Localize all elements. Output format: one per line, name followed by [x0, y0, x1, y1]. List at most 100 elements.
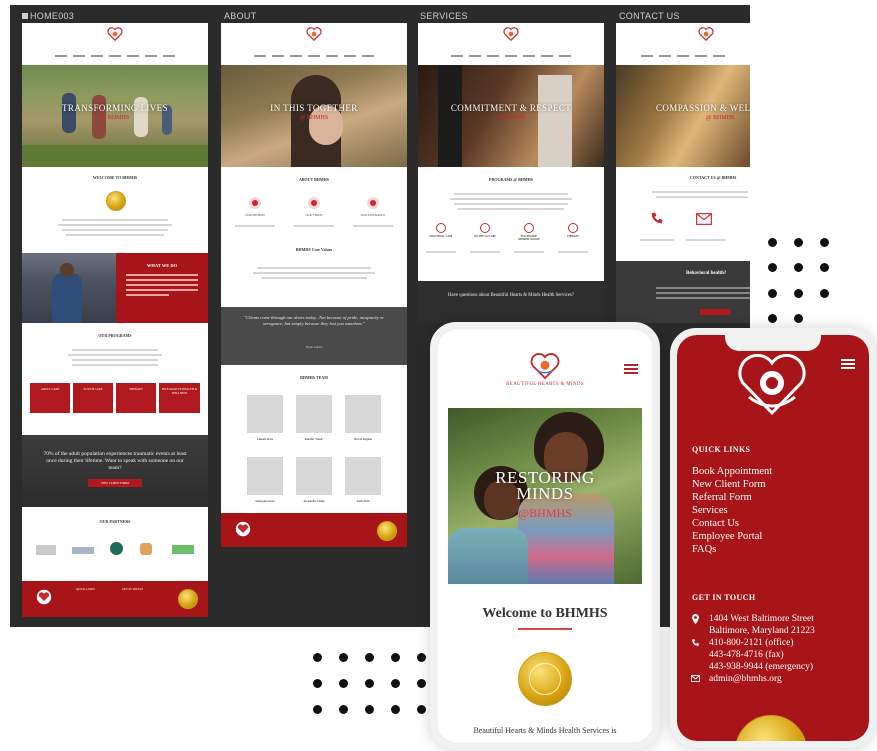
mobile-welcome-title: Welcome to BHMHS — [482, 606, 608, 621]
services-hero-title: COMMITMENT & RESPECT — [450, 103, 572, 113]
email-address[interactable]: admin@bhmhs.org — [709, 673, 815, 685]
footer-seal-icon — [377, 521, 397, 541]
location-pin-icon — [692, 614, 699, 625]
home-nav[interactable] — [32, 55, 198, 57]
partners-title: OUR PARTNERS — [99, 519, 131, 524]
target-icon — [568, 223, 578, 233]
home-footer: QUICK LINKS GET IN TOUCH — [22, 581, 208, 617]
footer-heart-logo-icon — [36, 589, 52, 605]
mobile-header: BEAUTIFUL HEARTS & MINDS — [438, 330, 652, 408]
about-hero-subtitle: @ BHMHS — [299, 115, 329, 121]
address-line-1: 1404 West Baltimore Street — [709, 614, 814, 624]
accreditation-seal-icon — [106, 191, 126, 211]
address-line-2: Baltimore, Maryland 21223 — [709, 626, 815, 636]
target-icon — [480, 223, 490, 233]
brand-logo-icon — [530, 353, 560, 380]
man-photo — [22, 253, 116, 323]
mobile-body-text: Beautiful Hearts & Minds Health Services… — [473, 726, 617, 735]
link-referral-form[interactable]: Referral Form — [692, 491, 772, 504]
contact-section: CONTACT US @ BHMHS — [616, 167, 750, 261]
target-icon — [436, 223, 446, 233]
quick-links-list: Book Appointment New Client Form Referra… — [692, 465, 772, 556]
phone-icon — [651, 212, 663, 224]
board-label-services: SERVICES — [420, 11, 468, 21]
about-footer — [221, 513, 407, 547]
home-header — [22, 23, 208, 65]
programs-title: OUR PROGRAMS — [98, 333, 132, 338]
mobile-hero-title: RESTORING MINDS — [495, 468, 595, 503]
team-photo — [247, 457, 283, 495]
new-client-form-button[interactable]: NEW CLIENT FORM — [88, 479, 142, 487]
contact-nav[interactable] — [626, 55, 740, 57]
team-photo — [345, 457, 381, 495]
contact-behavioral-banner: Behavioral health? — [616, 261, 750, 323]
quick-links-title: QUICK LINKS — [692, 445, 751, 454]
phone-emergency[interactable]: 443-938-9944 (emergency) — [709, 661, 815, 673]
link-new-client-form[interactable]: New Client Form — [692, 478, 772, 491]
about-section: ABOUT BHMHS OUR MISSION OUR VISION OUR A… — [221, 167, 407, 307]
program-card-integrative[interactable]: INTEGRATIVE HEALTH & WELLNESS — [159, 383, 200, 413]
welcome-underline — [518, 628, 572, 630]
team-photo — [247, 395, 283, 433]
brand-name: BEAUTIFUL HEARTS & MINDS — [506, 382, 584, 387]
link-faqs[interactable]: FAQs — [692, 543, 772, 556]
home-what-we-do: WHAT WE DO — [22, 253, 208, 323]
program-card-adult[interactable]: ADULT CARE — [30, 383, 70, 413]
program-card-youth[interactable]: YOUTH CARE — [73, 383, 113, 413]
hamburger-menu-icon[interactable] — [624, 362, 638, 376]
home-page-mockup: TRANSFORMING LIVES @ BHMHS WELCOME TO BH… — [22, 23, 208, 617]
mobile-footer-mockup: QUICK LINKS Book Appointment New Client … — [670, 328, 876, 748]
what-we-do-panel: WHAT WE DO — [116, 253, 208, 323]
home-welcome-section: WELCOME TO BHMHS — [22, 167, 208, 253]
target-icon — [524, 223, 534, 233]
heart-logo-icon — [698, 27, 714, 41]
assurance-icon — [367, 197, 379, 209]
mobile-accreditation-seal-icon — [518, 652, 572, 706]
mobile-footer-panel: QUICK LINKS Book Appointment New Client … — [677, 335, 869, 741]
flag-icon — [22, 13, 28, 19]
contact-page-mockup: COMPASSION & WELLNESS @ BHMHS CONTACT US… — [616, 23, 750, 323]
board-label-home: HOME003 — [22, 11, 74, 21]
services-question-banner: Have questions about Beautiful Hearts & … — [418, 281, 604, 323]
about-nav[interactable] — [231, 55, 397, 57]
contact-hero: COMPASSION & WELLNESS @ BHMHS — [616, 65, 750, 167]
heart-logo-icon — [107, 27, 123, 41]
phone-icon — [692, 639, 699, 646]
home-programs: OUR PROGRAMS ADULT CARE YOUTH CARE THERA… — [22, 323, 208, 435]
contact-info: 1404 West Baltimore Street Baltimore, Ma… — [691, 613, 815, 685]
phone-office[interactable]: 410-800-2121 (office) — [709, 637, 815, 649]
link-book-appointment[interactable]: Book Appointment — [692, 465, 772, 478]
board-label-about: ABOUT — [224, 11, 257, 21]
home-quote-banner: 70% of the adult population experiences … — [22, 435, 208, 507]
email-icon — [691, 675, 700, 682]
hamburger-menu-icon[interactable] — [841, 357, 855, 371]
footer-brand-logo-icon — [738, 353, 806, 416]
link-employee-portal[interactable]: Employee Portal — [692, 530, 772, 543]
get-in-touch-title: GET IN TOUCH — [692, 593, 756, 602]
home-hero-subtitle: @ BHMHS — [100, 115, 130, 121]
mobile-hero: RESTORING MINDS @BHMHS — [448, 408, 642, 584]
mission-icon — [249, 197, 261, 209]
services-hero-subtitle: @ BHMHS — [496, 115, 526, 121]
team-photo — [345, 395, 381, 433]
home-welcome-title: WELCOME TO BHMHS — [92, 175, 138, 180]
link-services[interactable]: Services — [692, 504, 772, 517]
footer-accreditation-seal-icon — [735, 715, 807, 741]
team-photo — [296, 395, 332, 433]
services-nav[interactable] — [428, 55, 594, 57]
what-we-do-title: WHAT WE DO — [146, 263, 178, 268]
home-hero-title: TRANSFORMING LIVES — [62, 103, 168, 113]
services-programs: PROGRAMS @ BHMHS INDIVIDUAL CARE ON-THE-… — [418, 167, 604, 283]
team-photo — [296, 457, 332, 495]
home-hero: TRANSFORMING LIVES @ BHMHS — [22, 65, 208, 167]
contact-cta-button[interactable] — [700, 309, 730, 315]
email-icon — [696, 213, 712, 225]
link-contact-us[interactable]: Contact Us — [692, 517, 772, 530]
program-card-therapy[interactable]: THERAPY — [116, 383, 156, 413]
home-partners: OUR PARTNERS — [22, 507, 208, 581]
mobile-hero-subtitle: @BHMHS — [518, 506, 572, 520]
about-hero-title: IN THIS TOGETHER — [270, 103, 358, 113]
services-page-mockup: COMMITMENT & RESPECT @ BHMHS PROGRAMS @ … — [418, 23, 604, 323]
about-title: ABOUT BHMHS — [298, 177, 330, 182]
heart-logo-icon — [503, 27, 519, 41]
